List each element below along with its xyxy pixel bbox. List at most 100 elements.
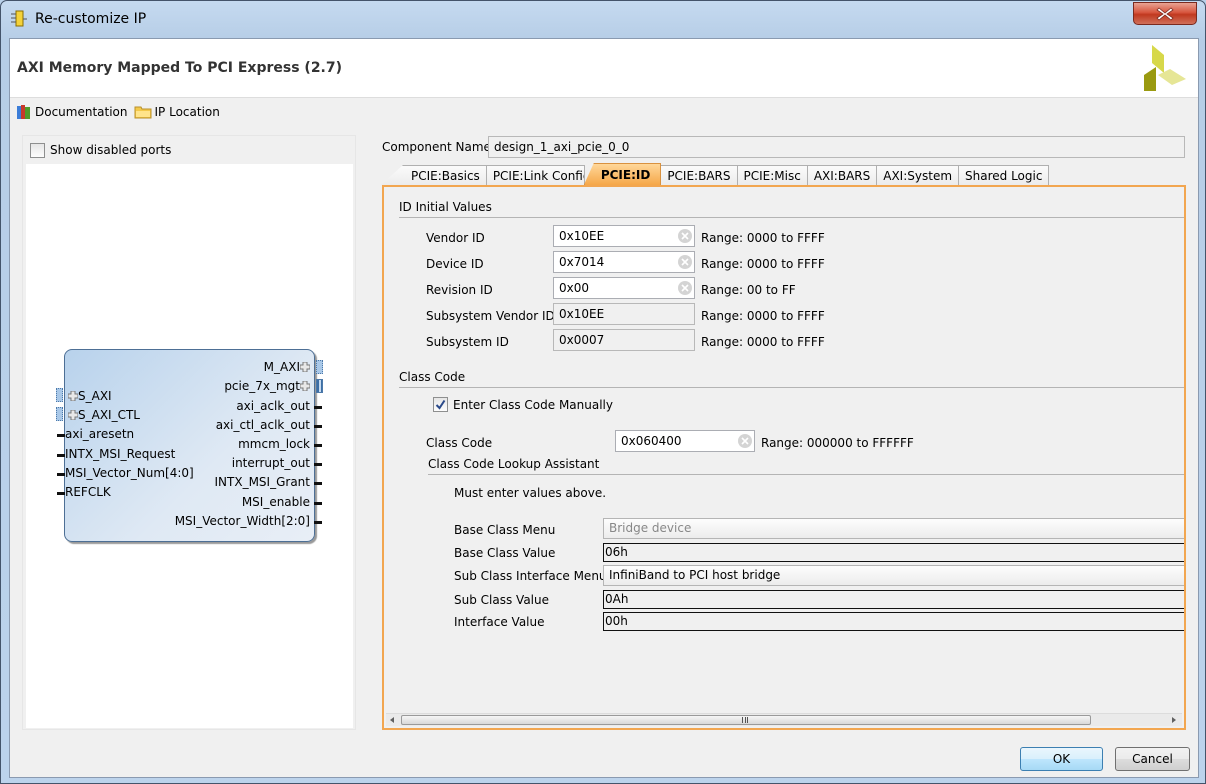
pin-stub bbox=[57, 454, 65, 457]
pcie-mgt-bus-connector[interactable] bbox=[316, 379, 323, 393]
tab-shared-logic[interactable]: Shared Logic bbox=[958, 165, 1050, 185]
documentation-label: Documentation bbox=[35, 105, 128, 119]
ip-location-label: IP Location bbox=[154, 105, 220, 119]
pin-axi-aclk-out[interactable]: axi_aclk_out bbox=[236, 399, 310, 413]
base-class-value-field: 06h bbox=[603, 543, 1184, 562]
dialog-client: AXI Memory Mapped To PCI Express (2.7) D… bbox=[9, 38, 1199, 778]
enter-class-code-manually-label: Enter Class Code Manually bbox=[453, 397, 613, 412]
subsystem-id-range: Range: 0000 to FFFF bbox=[701, 335, 825, 349]
subsystem-vendor-id-input: 0x10EE bbox=[553, 303, 695, 325]
toolbar: Documentation IP Location bbox=[16, 102, 222, 122]
pcie-id-content: ID Initial Values Vendor ID 0x10EE Range… bbox=[384, 187, 1184, 715]
sub-class-menu-label: Sub Class Interface Menu bbox=[454, 569, 607, 583]
title-bar[interactable]: Re-customize IP bbox=[1, 1, 1205, 38]
symbol-canvas: S_AXI S_AXI_CTL axi_aresetn INTX_MSI_Req… bbox=[26, 164, 353, 728]
pin-msi-vector-width[interactable]: MSI_Vector_Width[2:0] bbox=[175, 514, 310, 528]
clear-icon[interactable] bbox=[678, 281, 692, 295]
pin-intx-msi-grant[interactable]: INTX_MSI_Grant bbox=[215, 475, 310, 489]
books-icon bbox=[17, 105, 30, 119]
sub-class-value-field: 0Ah bbox=[603, 590, 1184, 609]
ip-location-link[interactable]: IP Location bbox=[134, 104, 220, 120]
pin-msi-vector-num[interactable]: MSI_Vector_Num[4:0] bbox=[65, 466, 194, 480]
revision-id-label: Revision ID bbox=[426, 283, 493, 297]
divider bbox=[399, 217, 1184, 218]
pin-stub bbox=[314, 502, 322, 505]
symbol-panel: Show disabled ports S_AXI S_AXI_CTL axi_… bbox=[22, 135, 356, 730]
close-icon bbox=[1156, 6, 1174, 21]
clear-icon[interactable] bbox=[678, 255, 692, 269]
horizontal-scrollbar[interactable] bbox=[386, 713, 1182, 726]
pin-stub bbox=[314, 521, 322, 524]
pin-msi-enable[interactable]: MSI_enable bbox=[242, 495, 310, 509]
show-disabled-ports-row[interactable]: Show disabled ports bbox=[23, 136, 355, 164]
enter-class-code-manually-checkbox[interactable] bbox=[433, 397, 448, 412]
bus-expand-icon bbox=[300, 381, 310, 391]
s-axi-bus-connector[interactable] bbox=[56, 388, 63, 402]
lookup-assistant-title: Class Code Lookup Assistant bbox=[428, 457, 600, 471]
pin-stub bbox=[57, 434, 65, 437]
scrollbar-thumb[interactable] bbox=[401, 715, 1091, 725]
ip-chip-icon bbox=[11, 10, 27, 28]
documentation-link[interactable]: Documentation bbox=[16, 104, 128, 120]
id-initial-values-title: ID Initial Values bbox=[399, 200, 492, 214]
tab-axi-bars[interactable]: AXI:BARS bbox=[806, 165, 878, 185]
close-button[interactable] bbox=[1133, 2, 1197, 25]
checkmark-icon bbox=[435, 399, 446, 410]
m-axi-bus-connector[interactable] bbox=[316, 360, 323, 374]
ip-title: AXI Memory Mapped To PCI Express (2.7) bbox=[17, 60, 343, 76]
subsystem-vendor-id-range: Range: 0000 to FFFF bbox=[701, 309, 825, 323]
ip-block-symbol[interactable]: S_AXI S_AXI_CTL axi_aresetn INTX_MSI_Req… bbox=[56, 349, 323, 542]
sub-class-interface-menu-select[interactable]: InfiniBand to PCI host bridge bbox=[603, 565, 1184, 586]
tab-bar: PCIE:Basics PCIE:Link Config PCIE:ID PCI… bbox=[381, 163, 1050, 185]
component-name-field[interactable]: design_1_axi_pcie_0_0 bbox=[488, 136, 1185, 158]
show-disabled-ports-checkbox[interactable] bbox=[30, 142, 45, 158]
pin-intx-msi-request[interactable]: INTX_MSI_Request bbox=[65, 447, 175, 461]
pin-pcie-7x-mgt[interactable]: pcie_7x_mgt bbox=[224, 379, 310, 393]
pin-s-axi-ctl[interactable]: S_AXI_CTL bbox=[68, 408, 140, 422]
base-class-value-label: Base Class Value bbox=[454, 546, 556, 560]
tab-pcie-misc[interactable]: PCIE:Misc bbox=[736, 165, 808, 185]
pin-axi-ctl-aclk-out[interactable]: axi_ctl_aclk_out bbox=[216, 418, 310, 432]
interface-value-field: 00h bbox=[603, 612, 1184, 631]
device-id-label: Device ID bbox=[426, 257, 484, 271]
cancel-button[interactable]: Cancel bbox=[1115, 747, 1190, 771]
pin-m-axi[interactable]: M_AXI bbox=[264, 360, 310, 374]
class-code-label: Class Code bbox=[426, 436, 493, 450]
bus-expand-icon bbox=[300, 362, 310, 372]
tab-pcie-id[interactable]: PCIE:ID bbox=[583, 163, 662, 185]
class-code-title: Class Code bbox=[399, 370, 466, 384]
pin-s-axi[interactable]: S_AXI bbox=[68, 389, 112, 403]
pin-stub bbox=[314, 444, 322, 447]
pin-stub bbox=[314, 425, 322, 428]
s-axi-ctl-bus-connector[interactable] bbox=[56, 407, 63, 421]
tab-pcie-basics[interactable]: PCIE:Basics bbox=[381, 165, 487, 185]
subsystem-id-label: Subsystem ID bbox=[426, 335, 509, 349]
base-class-menu-select: Bridge device bbox=[603, 518, 1184, 539]
pin-refclk[interactable]: REFCLK bbox=[65, 485, 111, 499]
clear-icon[interactable] bbox=[738, 434, 752, 448]
device-id-input[interactable]: 0x7014 bbox=[553, 251, 695, 273]
lookup-note: Must enter values above. bbox=[454, 486, 607, 500]
bus-expand-icon bbox=[68, 391, 78, 401]
pin-axi-aresetn[interactable]: axi_aresetn bbox=[65, 427, 134, 441]
vendor-id-label: Vendor ID bbox=[426, 231, 485, 245]
class-code-input[interactable]: 0x060400 bbox=[615, 430, 755, 452]
vendor-id-input[interactable]: 0x10EE bbox=[553, 225, 695, 247]
enter-class-code-manually-row[interactable]: Enter Class Code Manually bbox=[433, 397, 613, 412]
revision-id-input[interactable]: 0x00 bbox=[553, 277, 695, 299]
ok-button[interactable]: OK bbox=[1020, 747, 1103, 771]
tab-pcie-link-config[interactable]: PCIE:Link Config bbox=[485, 165, 585, 185]
scroll-left-arrow-icon[interactable] bbox=[390, 717, 394, 723]
tab-axi-system[interactable]: AXI:System bbox=[876, 165, 960, 185]
dialog-window: Re-customize IP AXI Memory Mapped To PCI… bbox=[0, 0, 1206, 784]
xilinx-logo-icon bbox=[1144, 45, 1186, 91]
scroll-right-arrow-icon[interactable] bbox=[1172, 717, 1176, 723]
tab-pcie-bars[interactable]: PCIE:BARS bbox=[660, 165, 738, 185]
revision-id-range: Range: 00 to FF bbox=[701, 283, 796, 297]
clear-icon[interactable] bbox=[678, 229, 692, 243]
window-title: Re-customize IP bbox=[35, 11, 147, 27]
pin-mmcm-lock[interactable]: mmcm_lock bbox=[238, 437, 310, 451]
pin-stub bbox=[314, 482, 322, 485]
pin-interrupt-out[interactable]: interrupt_out bbox=[232, 456, 310, 470]
class-code-range: Range: 000000 to FFFFFF bbox=[761, 436, 914, 450]
